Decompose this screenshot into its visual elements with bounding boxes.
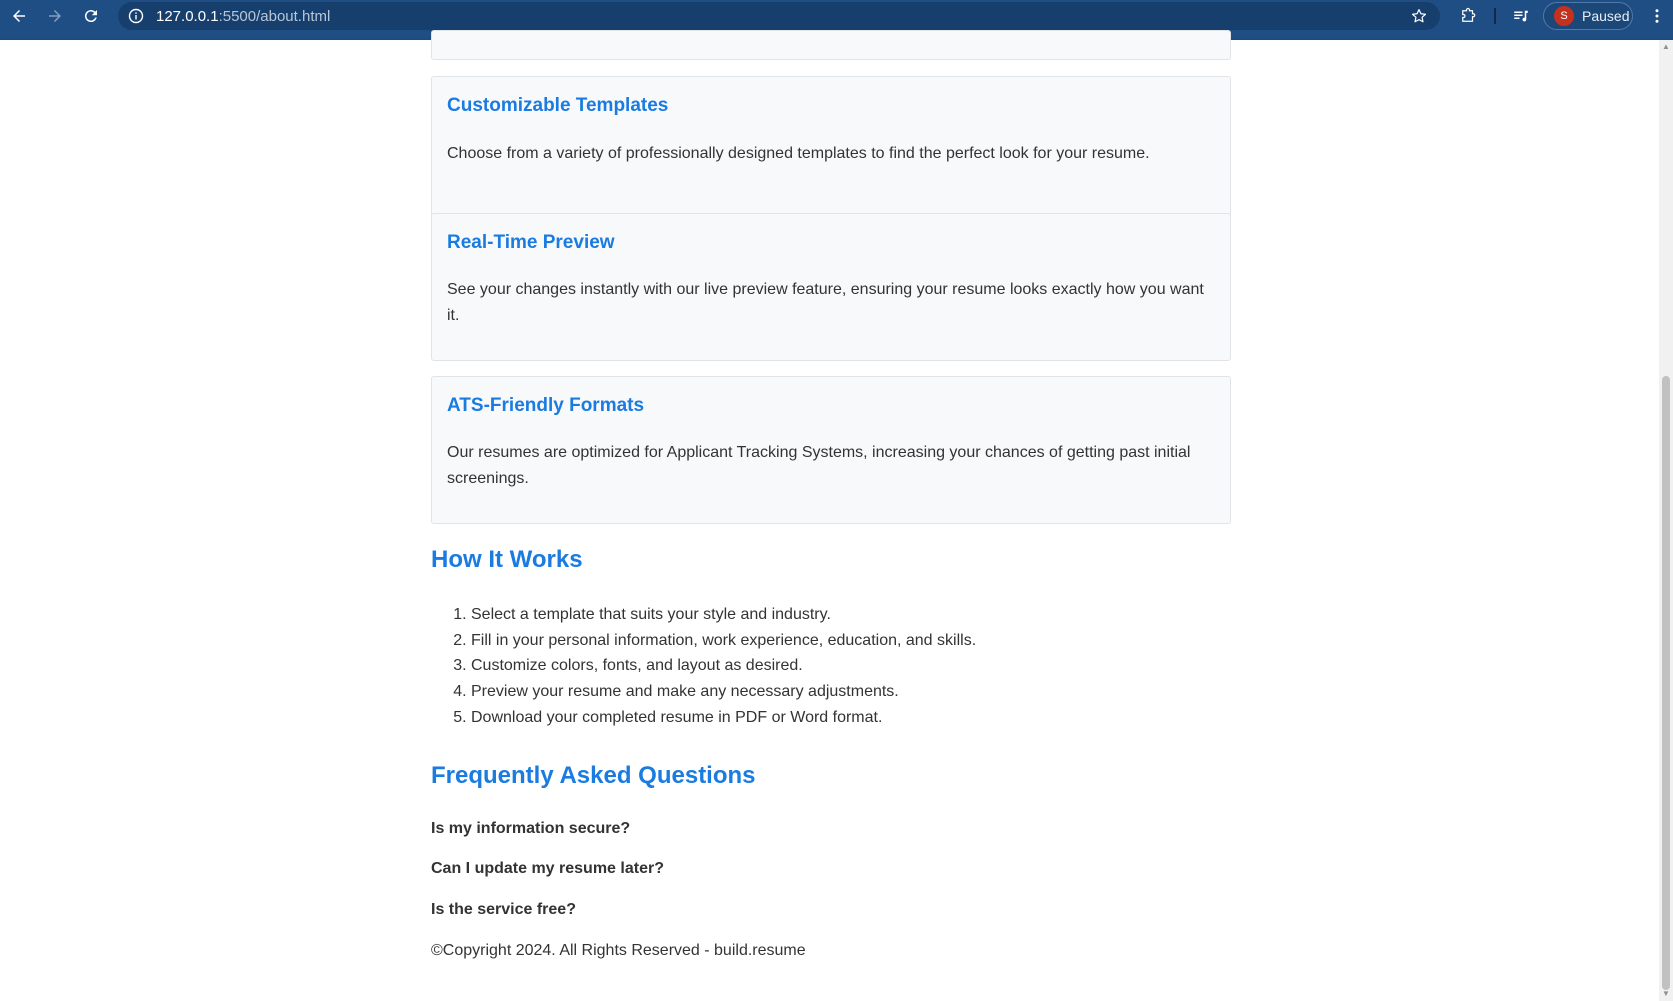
feature-title: ATS-Friendly Formats [447,395,645,416]
list-item: Fill in your personal information, work … [471,628,976,654]
kebab-menu-icon [1655,9,1659,23]
feature-card: Real-Time Preview See your changes insta… [431,213,1231,361]
media-controls-button[interactable] [1504,0,1538,33]
feature-description: Our resumes are optimized for Applicant … [447,444,1191,487]
media-queue-icon [1514,10,1528,22]
steps-list: Select a template that suits your style … [431,602,976,731]
back-button[interactable] [2,0,36,33]
how-it-works-heading: How It Works [431,546,583,573]
list-item: Download your completed resume in PDF or… [471,705,976,731]
page-scrollbar[interactable]: ▲ ▼ [1659,40,1673,1001]
site-info-icon[interactable] [128,8,144,24]
reload-button[interactable] [74,0,108,33]
feature-description: Choose from a variety of professionally … [447,145,1150,162]
faq-question: Can I update my resume later? [431,860,664,877]
feature-card: ATS-Friendly Formats Our resumes are opt… [431,376,1231,524]
browser-menu-button[interactable] [1640,0,1673,33]
scroll-down-arrow-icon[interactable]: ▼ [1661,989,1671,999]
puzzle-icon [1462,7,1476,22]
footer-copyright: ©Copyright 2024. All Rights Reserved - b… [431,942,806,959]
arrow-right-icon [49,10,61,22]
feature-title: Customizable Templates [447,95,669,116]
feature-card-partial [431,30,1231,60]
feature-description: See your changes instantly with our live… [447,281,1204,324]
url-path: :5500/about.html [218,7,331,25]
forward-button[interactable] [38,0,72,33]
list-item: Customize colors, fonts, and layout as d… [471,653,976,679]
arrow-left-icon [13,10,25,22]
reload-icon [84,10,97,23]
faq-question: Is my information secure? [431,820,631,837]
profile-chip[interactable]: S Paused [1543,2,1633,30]
list-item: Preview your resume and make any necessa… [471,679,976,705]
scroll-up-arrow-icon[interactable]: ▲ [1661,42,1671,52]
address-bar[interactable]: 127.0.0.1:5500/about.html [118,2,1440,30]
scrollbar-thumb[interactable] [1662,376,1670,990]
list-item: Select a template that suits your style … [471,602,976,628]
avatar: S [1554,6,1574,26]
extensions-button[interactable] [1451,0,1485,33]
profile-status: Paused [1582,8,1630,24]
bookmark-star-icon[interactable] [1410,7,1428,25]
url-host: 127.0.0.1 [156,7,219,25]
toolbar-divider [1494,8,1496,24]
faq-heading: Frequently Asked Questions [431,762,756,789]
faq-question: Is the service free? [431,901,576,918]
feature-title: Real-Time Preview [447,232,615,253]
